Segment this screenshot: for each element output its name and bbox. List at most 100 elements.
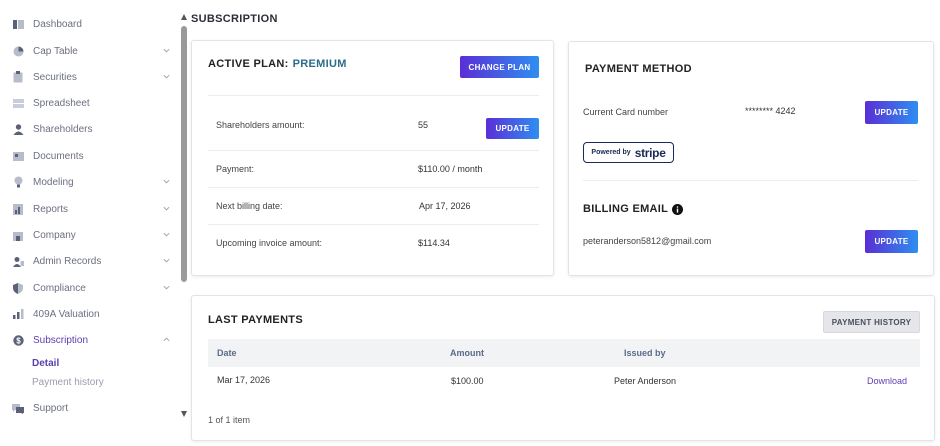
sidebar-item-label: Company: [33, 229, 76, 241]
sidebar-item-company[interactable]: Company: [12, 223, 176, 247]
billing-email-heading: BILLING EMAIL: [583, 203, 684, 215]
change-plan-button[interactable]: CHANGE PLAN: [460, 56, 539, 78]
sidebar-item-reports[interactable]: Reports: [12, 197, 176, 221]
active-plan-card: ACTIVE PLAN: PREMIUM CHANGE PLAN Sharehol…: [191, 40, 554, 276]
update-card-button[interactable]: UPDATE: [865, 101, 918, 124]
valuation-icon: [12, 308, 24, 320]
sidebar-item-spreadsheet[interactable]: Spreadsheet: [12, 91, 176, 115]
payment-date: Mar 17, 2026: [217, 375, 271, 385]
sidebar-item-label: Documents: [33, 150, 84, 162]
chevron-down-icon: [163, 179, 170, 184]
divider: [208, 187, 539, 188]
folder-icon: [12, 150, 24, 162]
app-root: Dashboard Cap Table Securities Spreadshe…: [0, 0, 940, 446]
dollar-icon: $: [12, 334, 24, 346]
sidebar-item-securities[interactable]: Securities: [12, 65, 176, 89]
sidebar-scrollbar-thumb[interactable]: [181, 26, 187, 282]
sidebar-item-label: Dashboard: [33, 18, 82, 30]
divider: [208, 150, 539, 151]
chevron-down-icon: [163, 206, 170, 211]
sidebar-item-compliance[interactable]: Compliance: [12, 276, 176, 300]
payment-history-button[interactable]: PAYMENT HISTORY: [823, 311, 920, 333]
spreadsheet-icon: [12, 97, 24, 109]
update-email-button[interactable]: UPDATE: [865, 230, 918, 253]
sidebar-item-label: Compliance: [33, 282, 86, 294]
upcoming-invoice-value: $114.34: [418, 238, 450, 248]
column-header-date[interactable]: Date: [217, 348, 237, 358]
plan-name: PREMIUM: [292, 58, 347, 70]
update-shareholders-button[interactable]: UPDATE: [486, 118, 539, 139]
payment-value: $110.00 / month: [418, 164, 483, 174]
payment-issued-by: Peter Anderson: [614, 376, 677, 386]
upcoming-invoice-label: Upcoming invoice amount:: [216, 238, 323, 248]
payment-method-card: PAYMENT METHOD Current Card number *****…: [568, 41, 934, 276]
sidebar-item-label: Securities: [33, 71, 77, 83]
sidebar: Dashboard Cap Table Securities Spreadshe…: [0, 0, 178, 446]
pagination-summary: 1 of 1 item: [208, 415, 251, 425]
lightbulb-icon: [12, 176, 24, 188]
sidebar-item-cap-table[interactable]: Cap Table: [12, 39, 176, 63]
info-icon[interactable]: [672, 203, 684, 215]
user-icon: [12, 123, 24, 135]
plan-heading-label: ACTIVE PLAN:: [208, 58, 289, 70]
divider: [208, 95, 539, 96]
dashboard-icon: [12, 18, 24, 30]
sidebar-item-dashboard[interactable]: Dashboard: [12, 12, 176, 36]
divider: [583, 180, 918, 181]
scroll-down-arrow[interactable]: [181, 411, 187, 417]
chevron-down-icon: [163, 258, 170, 263]
chevron-up-icon: [163, 337, 170, 342]
powered-by-stripe-badge[interactable]: Powered by stripe: [583, 142, 674, 163]
sidebar-subitem-detail[interactable]: Detail: [32, 358, 59, 369]
column-header-issued-by[interactable]: Issued by: [624, 348, 666, 358]
sidebar-item-shareholders[interactable]: Shareholders: [12, 117, 176, 141]
svg-text:$: $: [16, 336, 21, 345]
sidebar-item-label: Reports: [33, 203, 69, 215]
billing-email-heading-label: BILLING EMAIL: [583, 203, 669, 215]
sidebar-item-label: Modeling: [33, 176, 74, 188]
stripe-powered-text: Powered by: [591, 149, 631, 156]
sidebar-subitem-payment-history[interactable]: Payment history: [32, 377, 104, 388]
current-card-label: Current Card number: [583, 107, 669, 117]
page-title: SUBSCRIPTION: [191, 13, 278, 25]
sidebar-item-label: Admin Records: [33, 255, 102, 267]
shareholders-amount-value: 55: [418, 120, 429, 130]
sidebar-item-admin-records[interactable]: Admin Records: [12, 249, 176, 273]
stripe-logo: stripe: [634, 145, 666, 160]
sidebar-item-label: Cap Table: [33, 45, 78, 57]
sidebar-item-modeling[interactable]: Modeling: [12, 170, 176, 194]
payment-label: Payment:: [216, 164, 255, 174]
divider: [208, 224, 539, 225]
next-billing-date-label: Next billing date:: [216, 201, 283, 211]
last-payments-card: LAST PAYMENTS PAYMENT HISTORY Date Amoun…: [191, 295, 935, 441]
report-icon: [12, 203, 24, 215]
sidebar-item-label: Spreadsheet: [33, 97, 90, 109]
payment-amount: $100.00: [451, 376, 484, 386]
sidebar-item-label: Shareholders: [33, 123, 93, 135]
chevron-down-icon: [163, 232, 170, 237]
chevron-down-icon: [163, 285, 170, 290]
scroll-up-arrow[interactable]: [181, 14, 187, 20]
chevron-down-icon: [163, 74, 170, 79]
download-link[interactable]: Download: [867, 376, 907, 386]
sidebar-item-409a-valuation[interactable]: 409A Valuation: [12, 302, 176, 326]
sidebar-item-documents[interactable]: Documents: [12, 144, 176, 168]
pie-chart-icon: [12, 45, 24, 57]
chevron-down-icon: [163, 48, 170, 53]
admin-icon: [12, 255, 24, 267]
plan-heading: ACTIVE PLAN: PREMIUM: [208, 58, 347, 70]
billing-email-value: peteranderson5812@gmail.com: [583, 236, 712, 246]
sidebar-item-support[interactable]: Support: [12, 396, 176, 420]
building-icon: [12, 229, 24, 241]
sidebar-item-label: Support: [33, 402, 69, 414]
shareholders-amount-label: Shareholders amount:: [216, 120, 305, 130]
sidebar-item-label: 409A Valuation: [33, 308, 100, 320]
payment-method-heading: PAYMENT METHOD: [585, 63, 692, 75]
clipboard-icon: [12, 71, 24, 83]
current-card-value: ******** 4242: [745, 106, 796, 116]
column-header-amount[interactable]: Amount: [450, 348, 484, 358]
chat-icon: [12, 402, 24, 414]
shield-icon: [12, 282, 24, 294]
next-billing-date-value: Apr 17, 2026: [419, 201, 471, 211]
sidebar-item-subscription[interactable]: $ Subscription: [12, 328, 176, 352]
